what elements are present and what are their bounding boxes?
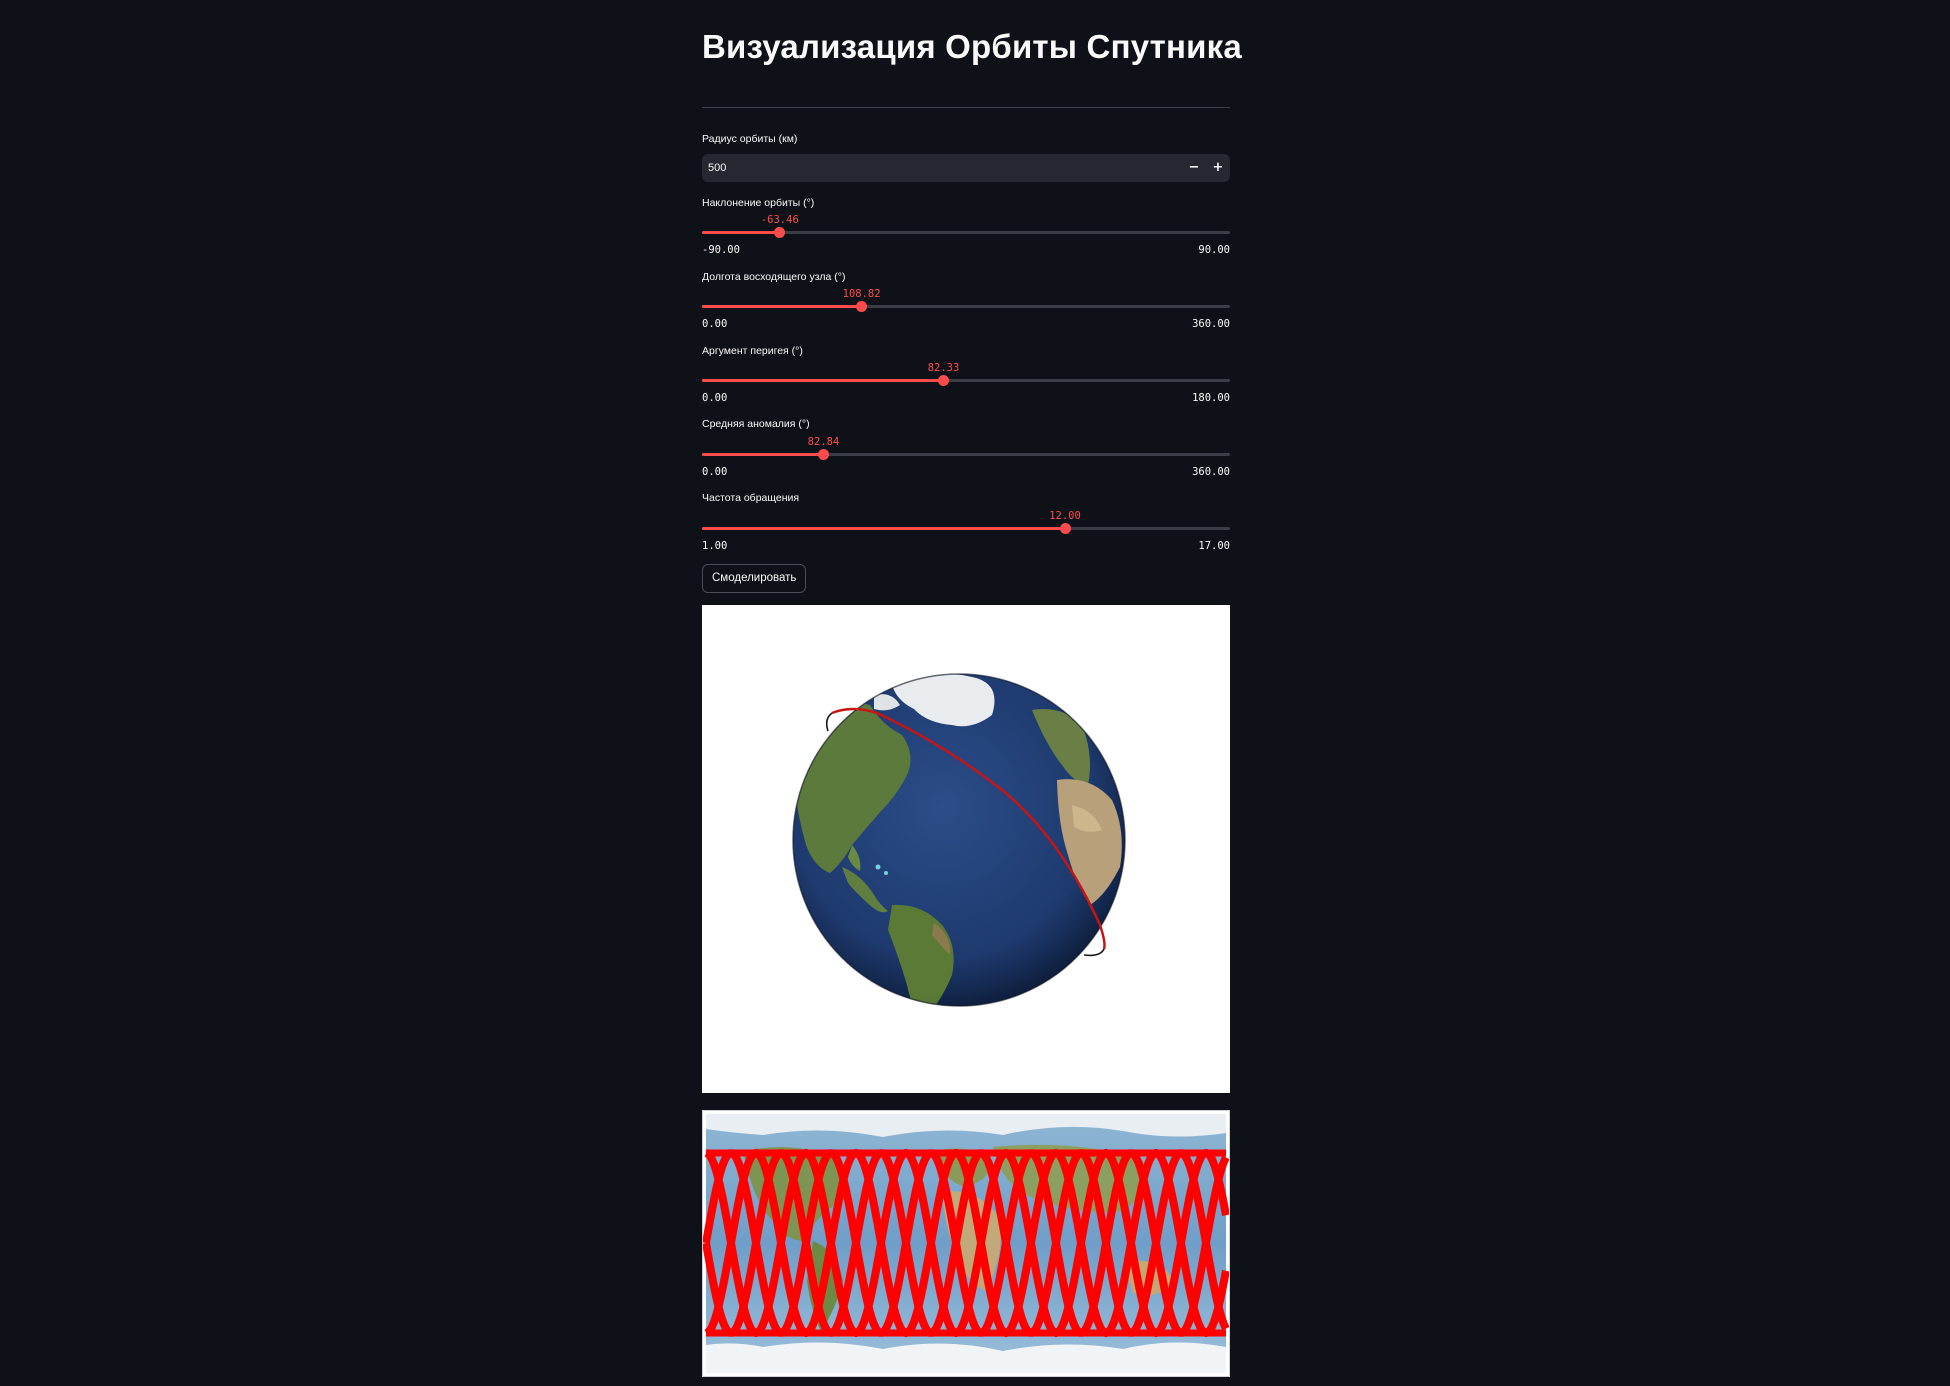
slider-fill <box>702 527 1065 530</box>
inclination-slider[interactable]: -63.46 -90.00 90.00 <box>702 204 1230 260</box>
orbit-3d-plot[interactable] <box>702 605 1230 1093</box>
radius-number-input: − + <box>702 154 1230 182</box>
slider-max: 17.00 <box>1198 540 1230 552</box>
slider-fill <box>702 231 780 234</box>
decrement-button[interactable]: − <box>1182 154 1206 182</box>
divider <box>702 107 1230 108</box>
radius-input[interactable] <box>702 154 1162 182</box>
slider-thumb[interactable] <box>856 301 868 312</box>
frequency-slider[interactable]: 12.00 1.00 17.00 <box>702 500 1230 556</box>
slider-value: 82.33 <box>927 362 960 374</box>
slider-thumb[interactable] <box>774 227 786 238</box>
orbit-path-back <box>1083 948 1105 957</box>
slider-min: 0.00 <box>702 318 728 330</box>
slider-value: -63.46 <box>760 214 799 226</box>
slider-max: 360.00 <box>1192 466 1230 478</box>
perigee-slider[interactable]: 82.33 0.00 180.00 <box>702 352 1230 408</box>
slider-value: 82.84 <box>807 436 840 448</box>
slider-min: -90.00 <box>702 244 740 256</box>
page-title: Визуализация Орбиты Спутника <box>702 28 1242 65</box>
increment-button[interactable]: + <box>1206 154 1230 182</box>
orbit-path-back <box>825 712 833 732</box>
slider-min: 1.00 <box>702 540 728 552</box>
slider-max: 180.00 <box>1192 392 1230 404</box>
ground-track-map-image <box>702 1114 1230 1373</box>
slider-min: 0.00 <box>702 392 728 404</box>
slider-value: 108.82 <box>842 288 881 300</box>
slider-value: 12.00 <box>1049 510 1081 522</box>
raan-slider[interactable]: 108.82 0.00 360.00 <box>702 278 1230 334</box>
ground-track-map[interactable] <box>702 1110 1230 1377</box>
slider-max: 90.00 <box>1198 244 1230 256</box>
simulate-button[interactable]: Смоделировать <box>702 564 807 593</box>
slider-fill <box>702 453 824 456</box>
radius-label: Радиус орбиты (км) <box>702 133 798 145</box>
slider-fill <box>702 305 862 308</box>
slider-thumb[interactable] <box>817 449 829 460</box>
slider-min: 0.00 <box>702 466 728 478</box>
slider-fill <box>702 379 944 382</box>
mean-anomaly-slider[interactable]: 82.84 0.00 360.00 <box>702 426 1230 482</box>
slider-thumb[interactable] <box>1059 523 1071 534</box>
slider-thumb[interactable] <box>938 375 949 386</box>
earth-globe-image <box>792 673 1126 1007</box>
slider-max: 360.00 <box>1192 318 1230 330</box>
